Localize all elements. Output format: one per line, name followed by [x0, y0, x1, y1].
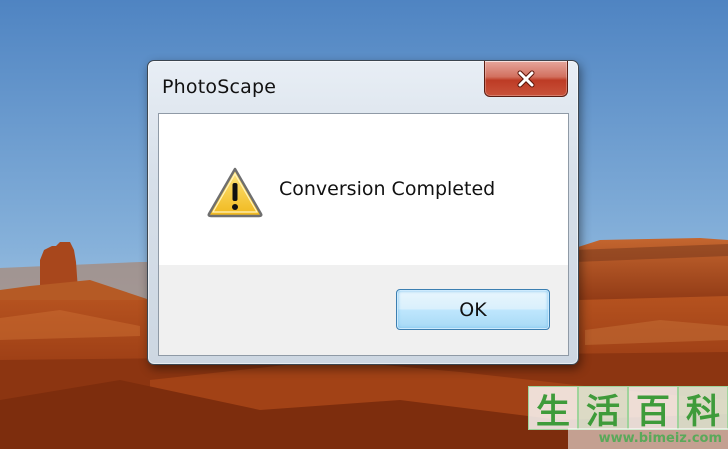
close-button[interactable] — [484, 61, 568, 97]
watermark-char: 生 — [528, 386, 578, 432]
ok-button[interactable]: OK — [396, 289, 550, 330]
title-bar[interactable]: PhotoScape — [148, 61, 578, 111]
watermark-char: 科 — [678, 386, 728, 432]
warning-icon — [207, 167, 263, 218]
watermark: 生 活 百 科 www.bimeiz.com — [528, 386, 728, 449]
message-text: Conversion Completed — [279, 178, 496, 200]
watermark-logo: 生 活 百 科 — [528, 386, 728, 432]
dialog-title: PhotoScape — [162, 76, 277, 98]
watermark-char: 活 — [578, 386, 628, 432]
watermark-char: 百 — [628, 386, 678, 432]
watermark-url: www.bimeiz.com — [568, 428, 728, 449]
message-area: Conversion Completed — [159, 114, 568, 265]
photoscape-dialog: PhotoScape Conversion Completed OK — [147, 60, 579, 365]
close-icon — [517, 70, 535, 87]
dialog-client-area: Conversion Completed OK — [158, 113, 569, 356]
